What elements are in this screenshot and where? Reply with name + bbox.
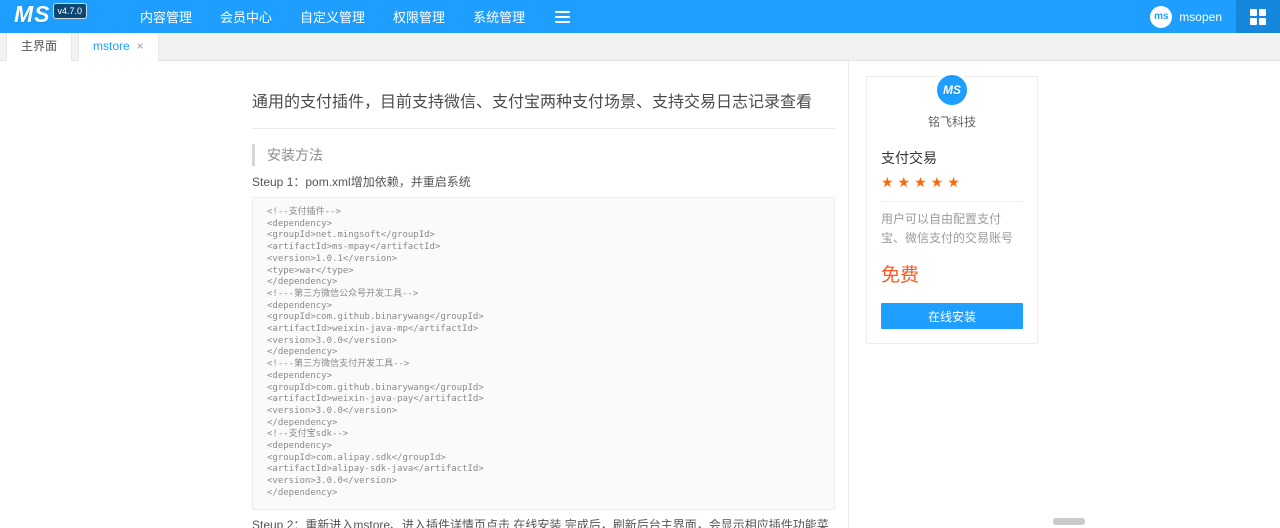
nav-item-2[interactable]: 会员中心 — [220, 7, 272, 26]
apps-grid-button[interactable] — [1236, 0, 1280, 33]
plugin-info-card: MS 铭飞科技 支付交易 ★★★★★ 用户可以自由配置支付宝、微信支付的交易账号… — [866, 72, 1038, 344]
app-root: MS v4.7.0 内容管理 会员中心 自定义管理 权限管理 系统管理 ms msopen… — [0, 0, 1280, 528]
tab-main-screen[interactable]: 主界面 — [6, 33, 73, 61]
plugin-short-description: 用户可以自由配置支付宝、微信支付的交易账号 — [881, 212, 1014, 245]
tab-mstore[interactable]: mstore × — [78, 33, 159, 61]
logo-text: MS — [14, 1, 51, 27]
main-nav: 内容管理 会员中心 自定义管理 权限管理 系统管理 — [140, 0, 572, 33]
nav-item-4[interactable]: 权限管理 — [393, 7, 445, 26]
horizontal-scrollbar-thumb[interactable] — [1053, 518, 1085, 525]
username[interactable]: msopen — [1179, 10, 1222, 24]
grid-icon — [1250, 8, 1266, 25]
plugin-name: 支付交易 — [881, 150, 937, 166]
panel-divider — [848, 61, 849, 528]
avatar[interactable]: ms — [1150, 5, 1173, 28]
install-method-heading: 安装方法 — [252, 144, 835, 166]
rating-stars: ★★★★★ — [881, 174, 964, 190]
nav-item-5[interactable]: 系统管理 — [473, 7, 525, 26]
plugin-description-title: 通用的支付插件，目前支持微信、支付宝两种支付场景、支持交易日志记录查看 — [252, 94, 813, 111]
tab-label: 主界面 — [21, 39, 58, 53]
user-area[interactable]: ms msopen — [1150, 0, 1222, 33]
collapse-menu-icon[interactable] — [553, 9, 572, 25]
vendor-name: 铭飞科技 — [927, 115, 976, 129]
tab-label: mstore — [93, 39, 130, 53]
card-divider — [881, 201, 1023, 202]
step1-text: Steup 1：pom.xml增加依赖，并重启系统 — [252, 175, 471, 189]
version-badge: v4.7.0 — [52, 3, 88, 19]
step2-text: Steup 2：重新进入mstore、进入插件详情页点击 在线安装 完成后，刷新… — [252, 517, 829, 528]
app-logo[interactable]: MS v4.7.0 — [14, 1, 88, 28]
close-tab-icon[interactable]: × — [137, 39, 144, 53]
nav-item-1[interactable]: 内容管理 — [140, 7, 192, 26]
divider — [252, 128, 835, 129]
code-block: <!--支付插件--> <dependency> <groupId>net.mi… — [252, 197, 835, 510]
tab-bar: 主界面 mstore × — [0, 33, 1280, 61]
vendor-logo: MS — [934, 72, 970, 108]
nav-item-3[interactable]: 自定义管理 — [300, 7, 365, 26]
price-label: 免费 — [881, 265, 920, 286]
online-install-button[interactable]: 在线安装 — [881, 303, 1023, 329]
plugin-detail-doc: 通用的支付插件，目前支持微信、支付宝两种支付场景、支持交易日志记录查看 安装方法… — [252, 61, 835, 528]
top-header-bar: MS v4.7.0 内容管理 会员中心 自定义管理 权限管理 系统管理 ms msopen — [0, 0, 1280, 33]
